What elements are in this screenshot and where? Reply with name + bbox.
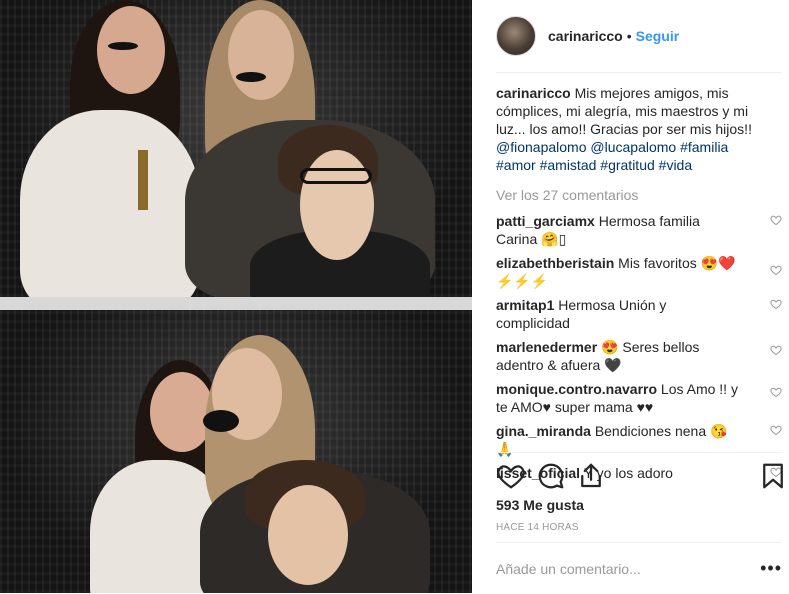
comment-item: elizabethberistain Mis favoritos 😍❤️⚡⚡⚡ bbox=[496, 254, 782, 290]
mention-link[interactable]: @lucapalomo bbox=[590, 139, 676, 155]
post-header: carinaricco • Seguir bbox=[496, 0, 782, 73]
comment-username[interactable]: marlenedermer bbox=[496, 339, 597, 355]
hashtag-link[interactable]: #gratitud bbox=[600, 157, 654, 173]
comment-like-icon[interactable] bbox=[770, 298, 782, 310]
photo-panel-top bbox=[0, 0, 472, 297]
view-all-comments-link[interactable]: Ver los 27 comentarios bbox=[496, 186, 766, 204]
comment-like-icon[interactable] bbox=[770, 424, 782, 436]
comment-like-icon[interactable] bbox=[770, 214, 782, 226]
hashtag-link[interactable]: #familia bbox=[680, 139, 728, 155]
more-options-icon[interactable]: ••• bbox=[760, 558, 782, 579]
photo-panel-bottom bbox=[0, 310, 472, 593]
comment-like-icon[interactable] bbox=[770, 344, 782, 356]
comment-item: patti_garciamx Hermosa familia Carina 🤗▯ bbox=[496, 212, 782, 248]
comment-like-icon[interactable] bbox=[770, 386, 782, 398]
bookmark-icon[interactable] bbox=[758, 461, 788, 491]
comments-section: carinaricco Mis mejores amigos, mis cómp… bbox=[496, 84, 782, 488]
action-icons bbox=[496, 461, 786, 501]
comment-item: armitap1 Hermosa Unión y complicidad bbox=[496, 296, 782, 332]
avatar[interactable] bbox=[496, 16, 536, 56]
comment-like-icon[interactable] bbox=[770, 264, 782, 276]
hashtag-link[interactable]: #amistad bbox=[540, 157, 597, 173]
comment-username[interactable]: patti_garciamx bbox=[496, 213, 595, 229]
heart-icon[interactable] bbox=[496, 461, 526, 491]
comment-username[interactable]: armitap1 bbox=[496, 297, 554, 313]
comment-username[interactable]: elizabethberistain bbox=[496, 255, 614, 271]
comment-username[interactable]: gina._miranda bbox=[496, 423, 591, 439]
share-icon[interactable] bbox=[576, 461, 606, 491]
hashtag-link[interactable]: #amor bbox=[496, 157, 536, 173]
post-timestamp: HACE 14 HORAS bbox=[496, 522, 579, 533]
post-sidebar: carinaricco • Seguir carinaricco Mis mej… bbox=[472, 0, 789, 593]
comment-item: marlenedermer 😍 Seres bellos adentro & a… bbox=[496, 338, 782, 374]
mention-link[interactable]: @fionapalomo bbox=[496, 139, 587, 155]
header-separator: • bbox=[626, 28, 632, 44]
photo-divider bbox=[0, 297, 472, 310]
comment-icon[interactable] bbox=[536, 461, 566, 491]
follow-button[interactable]: Seguir bbox=[636, 28, 680, 44]
add-comment-input[interactable]: Añade un comentario... bbox=[496, 561, 760, 577]
caption: carinaricco Mis mejores amigos, mis cómp… bbox=[496, 84, 766, 174]
post-photo[interactable] bbox=[0, 0, 472, 593]
hashtag-link[interactable]: #vida bbox=[659, 157, 692, 173]
add-comment-bar: Añade un comentario... ••• bbox=[496, 542, 782, 594]
header-username[interactable]: carinaricco bbox=[548, 28, 623, 44]
comment-username[interactable]: monique.contro.navarro bbox=[496, 381, 657, 397]
caption-username[interactable]: carinaricco bbox=[496, 85, 571, 101]
likes-count[interactable]: 593 Me gusta bbox=[496, 497, 584, 513]
comment-item: monique.contro.navarro Los Amo !! y te A… bbox=[496, 380, 782, 416]
